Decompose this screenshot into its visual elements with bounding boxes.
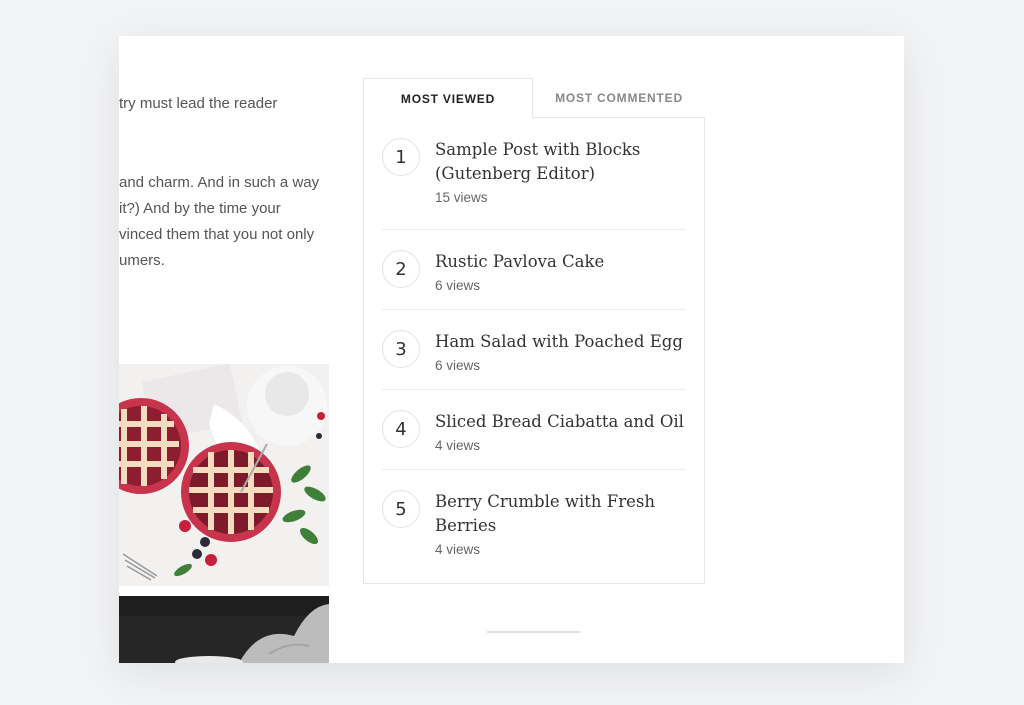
post-views: 4 views — [435, 438, 481, 453]
pie-photo[interactable] — [119, 364, 329, 586]
post-views: 15 views — [435, 190, 488, 205]
post-views: 6 views — [435, 278, 481, 293]
post-title[interactable]: Sliced Bread Ciabatta and Oil — [435, 410, 684, 434]
rank-badge: 5 — [382, 490, 420, 528]
article-text-line: try must lead the reader — [119, 95, 278, 112]
widget-tabs: Most Viewed Most Commented — [363, 78, 705, 118]
post-title[interactable]: Sample Post with Blocks (Gutenberg Edito… — [435, 138, 686, 186]
article-text-line: and charm. And in such a way — [119, 174, 320, 191]
popular-posts-list: 1 Sample Post with Blocks (Gutenberg Edi… — [363, 118, 705, 584]
post-item[interactable]: 5 Berry Crumble with Fresh Berries 4 vie… — [382, 470, 686, 582]
post-title[interactable]: Rustic Pavlova Cake — [435, 250, 604, 274]
post-item[interactable]: 3 Ham Salad with Poached Egg 6 views — [382, 310, 686, 390]
article-text-line: vinced them that you not only — [119, 226, 315, 243]
post-title[interactable]: Ham Salad with Poached Egg — [435, 330, 683, 354]
popular-posts-widget: Most Viewed Most Commented 1 Sample Post… — [363, 78, 705, 584]
rank-badge: 3 — [382, 330, 420, 368]
content-card: try must lead the reader and charm. And … — [119, 36, 904, 663]
bread-photo[interactable] — [119, 596, 329, 663]
pie-illustration — [119, 364, 329, 586]
tab-most-commented[interactable]: Most Commented — [533, 78, 705, 118]
post-title[interactable]: Berry Crumble with Fresh Berries — [435, 490, 686, 538]
post-item[interactable]: 4 Sliced Bread Ciabatta and Oil 4 views — [382, 390, 686, 470]
rank-badge: 2 — [382, 250, 420, 288]
post-views: 4 views — [435, 542, 481, 557]
bread-illustration — [119, 596, 329, 663]
post-item[interactable]: 1 Sample Post with Blocks (Gutenberg Edi… — [382, 118, 686, 230]
article-paragraph: and charm. And in such a way it?) And by… — [119, 170, 334, 274]
rank-badge: 1 — [382, 138, 420, 176]
post-views: 6 views — [435, 358, 481, 373]
post-item[interactable]: 2 Rustic Pavlova Cake 6 views — [382, 230, 686, 310]
rank-badge: 4 — [382, 410, 420, 448]
tab-most-viewed[interactable]: Most Viewed — [363, 78, 533, 118]
article-text-line: it?) And by the time your — [119, 200, 281, 217]
article-text-line: umers. — [119, 252, 165, 269]
divider — [487, 631, 580, 633]
